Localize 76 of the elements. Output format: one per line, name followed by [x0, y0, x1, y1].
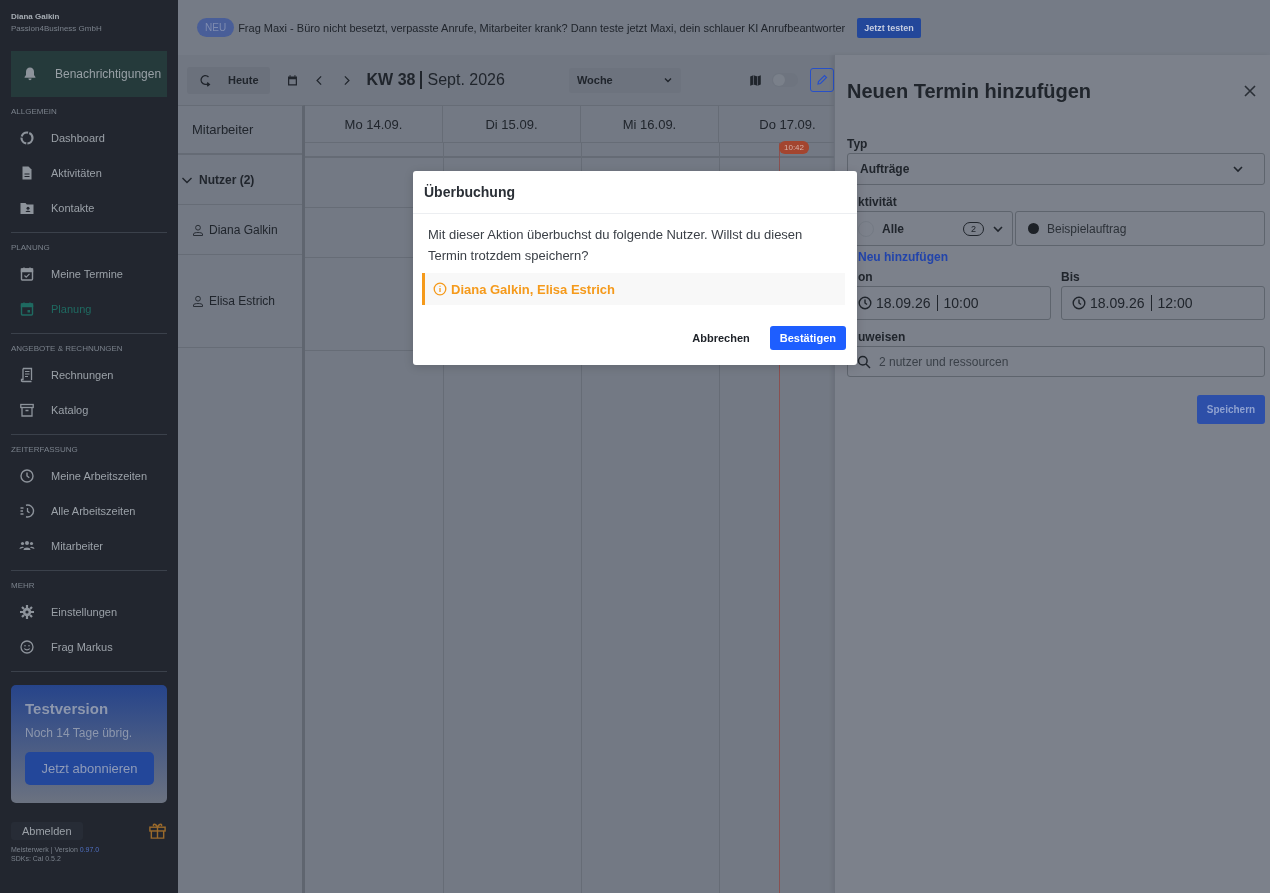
chevron-down-icon	[1232, 163, 1244, 175]
nav-item[interactable]: Mitarbeiter	[11, 528, 167, 563]
banner-text: Frag Maxi - Büro nicht besetzt, verpasste Anrufe, Mitarbeiter krank? Dann teste jetzt Maxi, dein schlauer KI Anrufbeantworter	[238, 21, 846, 34]
cal-icon	[19, 300, 35, 317]
nav-item[interactable]: Aktivitäten	[11, 155, 167, 190]
pencil-icon	[815, 74, 828, 86]
current-time-badge: 10:42	[779, 141, 810, 154]
invoice-icon	[19, 366, 35, 383]
save-button[interactable]: Speichern	[1197, 395, 1265, 424]
column-header: Mitarbeiter	[178, 106, 302, 155]
cancel-button[interactable]: Abbrechen	[686, 331, 756, 345]
dialog-message: Mit dieser Aktion überbuchst du folgende Nutzer. Willst du diesen Termin trotzdem speichern?	[427, 226, 804, 265]
clock-icon	[858, 296, 872, 310]
company-name: Passion4Business GmbH	[11, 24, 103, 33]
field-label: ktivität	[857, 195, 898, 209]
trial-text: Noch 14 Tage übrig.	[25, 726, 134, 740]
person-icon	[192, 295, 204, 307]
type-select[interactable]: Aufträge	[847, 153, 1265, 185]
archive-icon	[19, 401, 35, 418]
today-button[interactable]: Heute	[187, 66, 270, 94]
subscribe-button[interactable]: Jetzt abonnieren	[25, 752, 154, 785]
field-label: on	[857, 270, 874, 284]
nav-item[interactable]: Rechnungen	[11, 357, 167, 392]
field-label: Bis	[1061, 270, 1081, 284]
day-header: Mo 14.09.	[305, 106, 443, 142]
bell-icon	[22, 66, 38, 82]
info-icon	[433, 282, 447, 296]
field-label: Typ	[847, 137, 869, 151]
nav-item[interactable]: Dashboard	[11, 120, 167, 155]
gift-icon[interactable]	[148, 821, 167, 840]
chevron-down-icon	[662, 75, 673, 85]
nav-item[interactable]: Katalog	[11, 392, 167, 427]
search-icon	[857, 355, 871, 369]
panel-title: Neuen Termin hinzufügen	[847, 79, 1092, 103]
clock-icon	[19, 467, 35, 484]
warning-text: Diana Galkin, Elisa Estrich	[451, 281, 615, 297]
section-title: ALLGEMEIN	[11, 107, 58, 116]
map-icon[interactable]	[748, 73, 762, 87]
group-row[interactable]: Nutzer (2)	[178, 155, 302, 205]
end-time-field[interactable]: 18.09.26 12:00	[1061, 286, 1265, 320]
section-title: MEHR	[11, 581, 36, 590]
employee-row: Diana Galkin	[178, 205, 302, 255]
nav-item[interactable]: Meine Arbeitszeiten	[11, 458, 167, 493]
month-label: Sept. 2026	[427, 71, 505, 89]
close-icon[interactable]	[1243, 84, 1257, 98]
person-icon	[192, 223, 204, 236]
gear-icon	[19, 603, 35, 620]
nav-item[interactable]: Kontakte	[11, 190, 167, 225]
nav-item[interactable]: Frag Markus	[11, 629, 167, 664]
try-now-button[interactable]: Jetzt testen	[857, 17, 921, 38]
day-header: Mi 16.09.	[581, 106, 719, 142]
section-title: ZEITERFASSUNG	[11, 445, 79, 454]
section-title: ANGEBOTE & RECHNUNGEN	[11, 344, 124, 353]
nav-item[interactable]: Meine Termine	[11, 256, 167, 291]
calcheck-icon	[19, 265, 35, 282]
view-select[interactable]: Woche	[568, 67, 681, 93]
section-title: PLANUNG	[11, 243, 51, 252]
activity-select[interactable]: Beispielauftrag	[1015, 211, 1265, 246]
week-number: KW 38	[366, 71, 416, 89]
clock-icon	[1072, 296, 1086, 310]
trial-title: Testversion	[25, 700, 110, 717]
assign-search-field[interactable]: 2 nutzer und ressourcen	[847, 346, 1265, 377]
day-header: Di 15.09.	[443, 106, 581, 142]
dialog-title: Überbuchung	[413, 171, 857, 214]
smile-icon	[19, 638, 35, 655]
history-icon	[19, 502, 35, 519]
calendar-icon[interactable]	[285, 73, 299, 87]
employee-row: Elisa Estrich	[178, 255, 302, 348]
field-label: uweisen	[857, 330, 907, 344]
nav-item[interactable]: Einstellungen	[11, 594, 167, 629]
logout-button[interactable]: Abmelden	[11, 821, 83, 840]
confirm-button[interactable]: Bestätigen	[769, 326, 846, 350]
notifications-button[interactable]: Benachrichtigungen	[11, 51, 167, 97]
return-arrow-icon	[198, 73, 212, 87]
user-name: Diana Galkin	[11, 12, 61, 21]
nav-item[interactable]: Alle Arbeitszeiten	[11, 493, 167, 528]
